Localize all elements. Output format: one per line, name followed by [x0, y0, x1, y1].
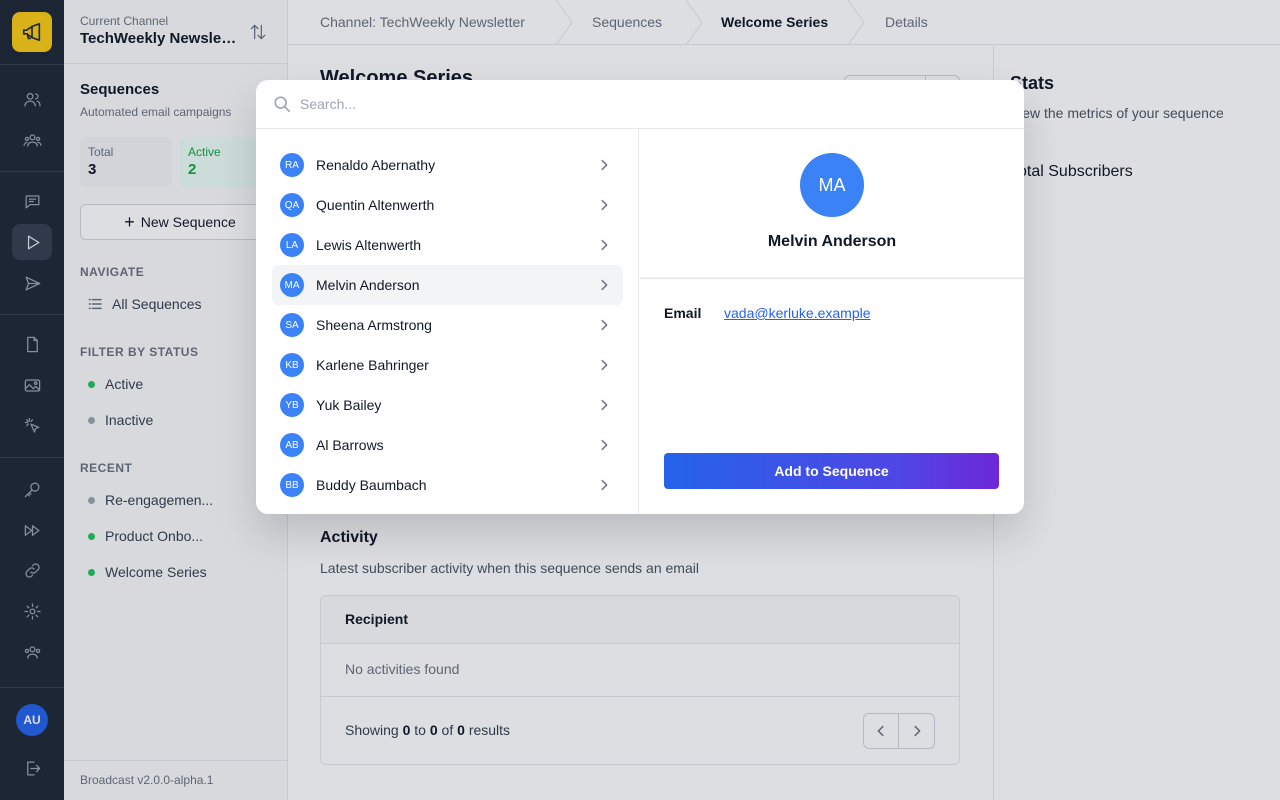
avatar: RA: [280, 153, 304, 177]
email-link[interactable]: vada@kerluke.example: [724, 305, 871, 321]
person-name: Quentin Altenwerth: [316, 197, 435, 213]
subscriber-detail: MA Melvin Anderson Email vada@kerluke.ex…: [640, 129, 1024, 514]
email-label: Email: [664, 305, 702, 321]
avatar: KB: [280, 353, 304, 377]
avatar: SA: [280, 313, 304, 337]
chevron-right-icon: [597, 238, 611, 252]
person-name: Karlene Bahringer: [316, 357, 429, 373]
chevron-right-icon: [597, 318, 611, 332]
search-icon: [273, 95, 291, 113]
person-name: Sheena Armstrong: [316, 317, 432, 333]
list-item[interactable]: RA Renaldo Abernathy: [272, 145, 623, 185]
avatar: QA: [280, 193, 304, 217]
list-item[interactable]: YB Yuk Bailey: [272, 385, 623, 425]
person-name: Buddy Baumbach: [316, 477, 427, 493]
avatar: BB: [280, 473, 304, 497]
chevron-right-icon: [597, 478, 611, 492]
avatar: MA: [800, 153, 864, 217]
search-input[interactable]: [300, 92, 1000, 116]
chevron-right-icon: [597, 438, 611, 452]
chevron-right-icon: [597, 158, 611, 172]
chevron-right-icon: [597, 278, 611, 292]
subscriber-list: RA Renaldo Abernathy QA Quentin Altenwer…: [256, 129, 639, 514]
chevron-right-icon: [597, 398, 611, 412]
list-item[interactable]: KB Karlene Bahringer: [272, 345, 623, 385]
list-item[interactable]: LA Lewis Altenwerth: [272, 225, 623, 265]
avatar: YB: [280, 393, 304, 417]
avatar: MA: [280, 273, 304, 297]
person-name: Yuk Bailey: [316, 397, 382, 413]
list-item[interactable]: AB Al Barrows: [272, 425, 623, 465]
divider: [640, 277, 1024, 278]
person-name: Renaldo Abernathy: [316, 157, 436, 173]
person-name: Melvin Anderson: [316, 277, 420, 293]
chevron-right-icon: [597, 358, 611, 372]
add-to-sequence-button[interactable]: Add to Sequence: [664, 453, 999, 489]
avatar: AB: [280, 433, 304, 457]
person-name: Al Barrows: [316, 437, 384, 453]
list-item[interactable]: QA Quentin Altenwerth: [272, 185, 623, 225]
list-item[interactable]: SA Sheena Armstrong: [272, 305, 623, 345]
chevron-right-icon: [597, 198, 611, 212]
list-item[interactable]: BB Buddy Baumbach: [272, 465, 623, 505]
add-subscriber-modal: RA Renaldo Abernathy QA Quentin Altenwer…: [256, 80, 1024, 514]
list-item-selected[interactable]: MA Melvin Anderson: [272, 265, 623, 305]
person-name: Lewis Altenwerth: [316, 237, 422, 253]
avatar: LA: [280, 233, 304, 257]
subscriber-name: Melvin Anderson: [767, 233, 897, 250]
search-bar: [256, 80, 1024, 129]
